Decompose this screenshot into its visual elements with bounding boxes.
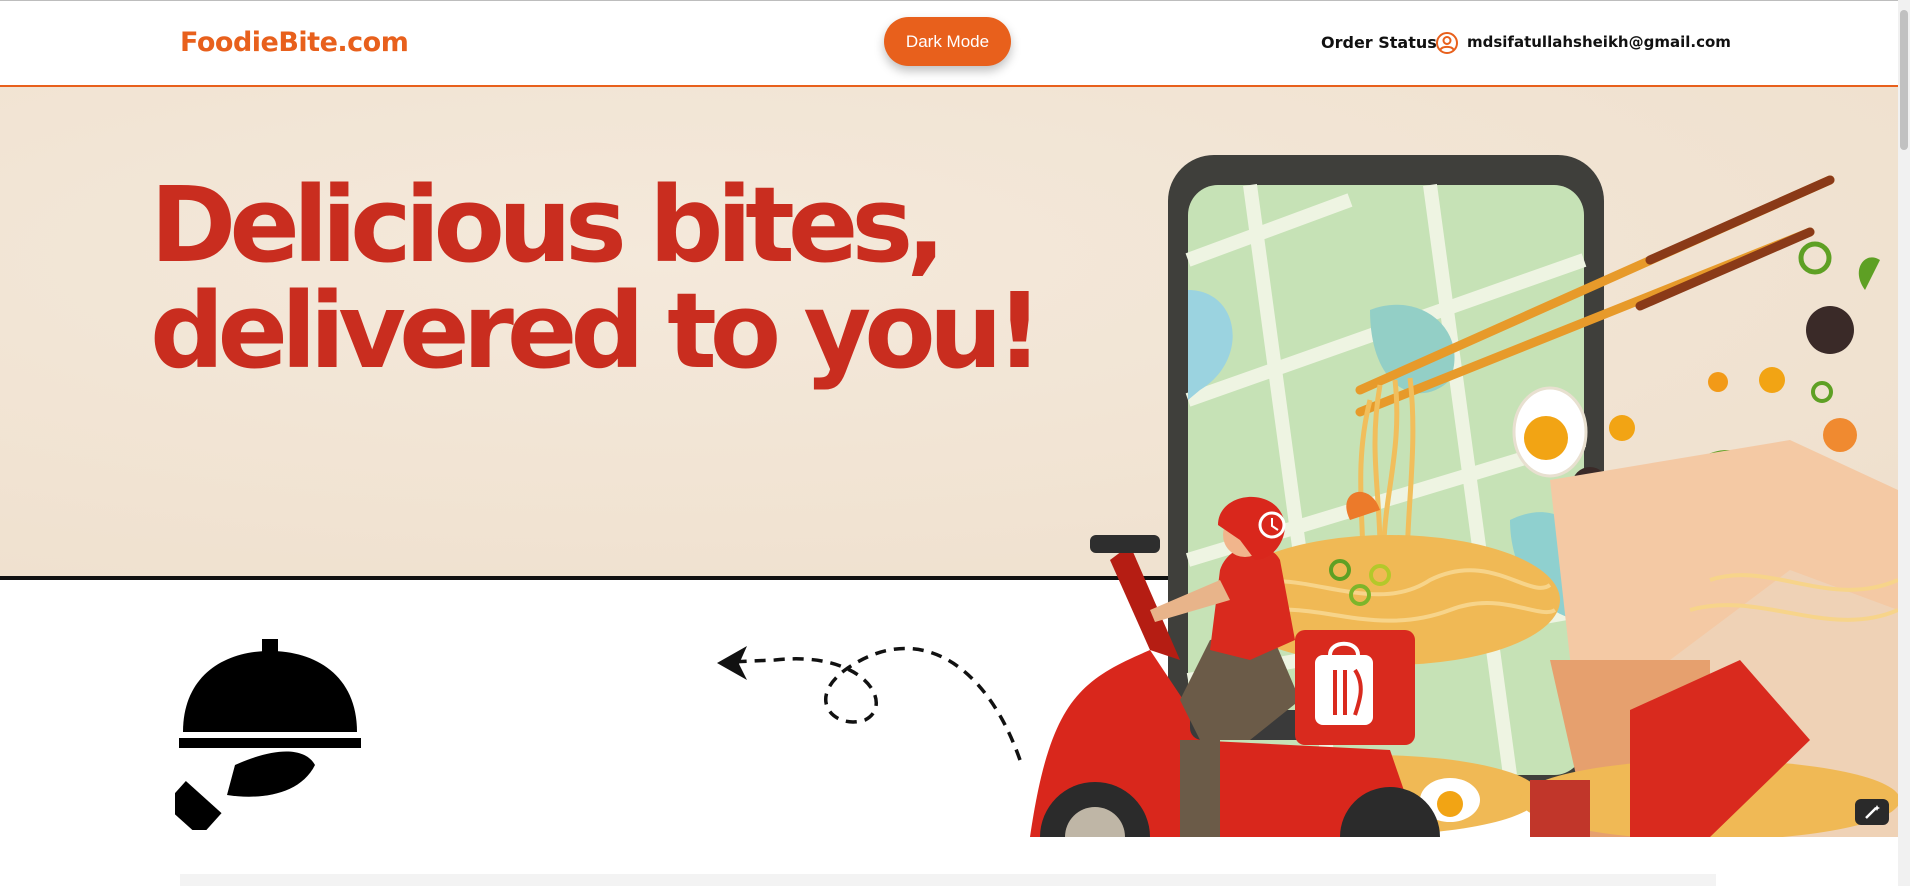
site-header: FoodieBite.com Dark Mode Order Status md… [0, 1, 1898, 87]
user-email[interactable]: mdsifatullahsheikh@gmail.com [1467, 33, 1731, 51]
headline-line-1: Delicious bites, [150, 164, 946, 286]
hero-headline: Delicious bites, delivered to you! [150, 164, 1043, 392]
site-logo[interactable]: FoodieBite.com [180, 27, 409, 58]
order-status-link[interactable]: Order Status [1321, 33, 1437, 52]
user-circle-icon[interactable] [1435, 31, 1459, 55]
dashed-arrow-icon [717, 646, 1022, 761]
dark-mode-button[interactable]: Dark Mode [884, 17, 1011, 66]
scrollbar-thumb[interactable] [1900, 10, 1908, 150]
content-section-edge [180, 874, 1716, 886]
delivery-illustration [1030, 155, 1898, 837]
serving-cloche-icon [175, 639, 361, 830]
magic-edit-icon[interactable] [1855, 799, 1889, 825]
headline-line-2: delivered to you! [150, 270, 1043, 392]
delivery-bag [1295, 630, 1415, 745]
